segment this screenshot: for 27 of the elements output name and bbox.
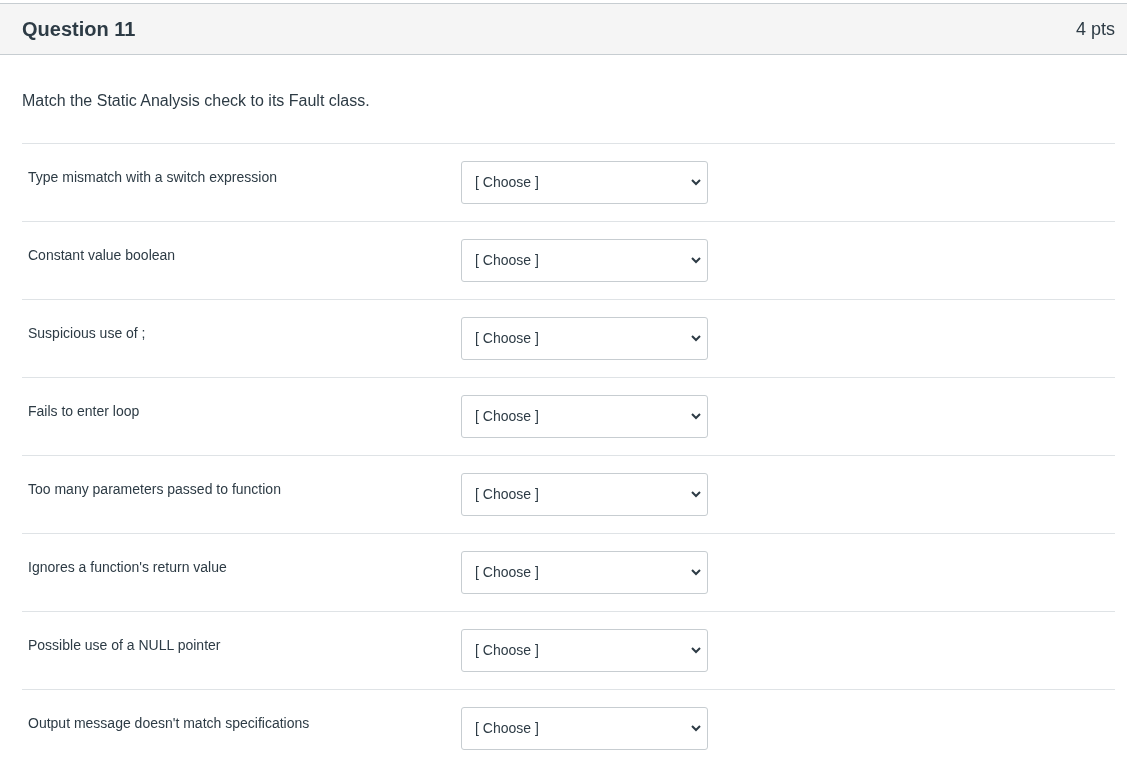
choose-dropdown[interactable]: [ Choose ] [461,707,708,750]
chevron-down-icon [691,569,701,576]
chevron-down-icon [691,725,701,732]
chevron-down-icon [691,413,701,420]
match-label: Type mismatch with a switch expression [28,169,277,185]
match-label: Fails to enter loop [28,403,140,419]
match-label: Output message doesn't match specifications [28,715,310,731]
choose-dropdown[interactable]: [ Choose ] [461,239,708,282]
question-title: Question 11 [22,17,136,42]
match-label: Constant value boolean [28,247,176,263]
chevron-down-icon [691,491,701,498]
match-label: Ignores a function's return value [28,559,227,575]
match-label: Possible use of a NULL pointer [28,637,221,653]
choose-dropdown[interactable]: [ Choose ] [461,317,708,360]
chevron-down-icon [691,257,701,264]
choose-dropdown[interactable]: [ Choose ] [461,629,708,672]
match-label: Too many parameters passed to function [28,481,281,497]
question-prompt: Match the Static Analysis check to its Fault class. [22,92,370,109]
choose-dropdown[interactable]: [ Choose ] [461,161,708,204]
points-label: 4 pts [1075,17,1115,41]
chevron-down-icon [691,647,701,654]
choose-dropdown[interactable]: [ Choose ] [461,473,708,516]
chevron-down-icon [691,335,701,342]
choose-dropdown[interactable]: [ Choose ] [461,395,708,438]
chevron-down-icon [691,179,701,186]
choose-dropdown[interactable]: [ Choose ] [461,551,708,594]
match-label: Suspicious use of ; [28,325,146,341]
